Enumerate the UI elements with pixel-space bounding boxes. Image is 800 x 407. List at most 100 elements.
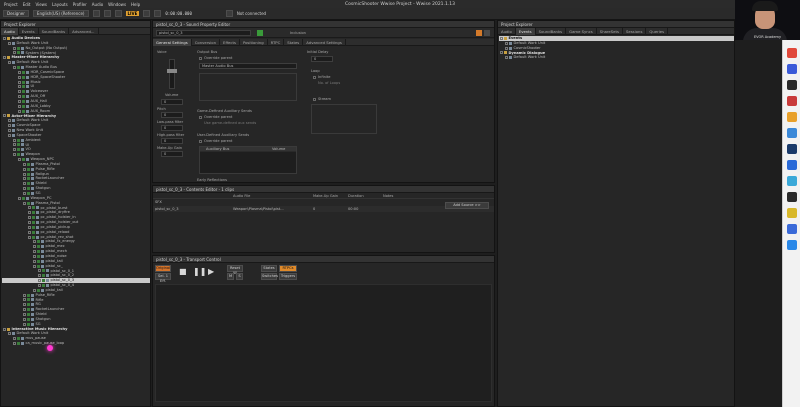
include-checkbox-icon[interactable] — [27, 172, 30, 176]
add-source-button[interactable]: Add Source >> — [445, 202, 489, 209]
override-checkbox[interactable] — [199, 57, 202, 60]
expand-toggle-icon[interactable] — [28, 220, 31, 224]
include-checkbox-icon[interactable] — [27, 191, 30, 195]
expand-toggle-icon[interactable] — [8, 119, 11, 123]
include-checkbox-icon[interactable] — [37, 245, 40, 249]
expand-toggle-icon[interactable] — [13, 65, 16, 69]
menu-item[interactable]: Profiler — [73, 2, 87, 7]
toolbar-icon[interactable] — [143, 10, 151, 17]
expand-toggle-icon[interactable] — [38, 283, 41, 287]
include-checkbox-icon[interactable] — [32, 230, 35, 234]
tab[interactable]: Conversion — [192, 38, 221, 46]
language-select[interactable]: English(US) (Reference) — [32, 10, 89, 17]
include-checkbox-icon[interactable] — [37, 240, 40, 244]
tab[interactable]: States — [284, 38, 304, 46]
layout-select[interactable]: Designer — [3, 10, 29, 17]
include-checkbox-icon[interactable] — [27, 313, 30, 317]
app-icon[interactable] — [787, 176, 797, 186]
original-button[interactable]: Original — [155, 265, 171, 272]
expand-toggle-icon[interactable] — [505, 41, 508, 45]
app-icon[interactable] — [787, 48, 797, 58]
include-checkbox-icon[interactable] — [17, 65, 20, 69]
include-checkbox-icon[interactable] — [17, 342, 20, 346]
expand-toggle-icon[interactable] — [28, 235, 31, 239]
live-badge[interactable]: LIVE — [125, 11, 140, 16]
expand-toggle-icon[interactable] — [505, 56, 508, 60]
tab[interactable]: RTPC — [268, 38, 285, 46]
include-checkbox-icon[interactable] — [37, 254, 40, 258]
connect-icon[interactable] — [225, 10, 233, 17]
include-checkbox-icon[interactable] — [27, 308, 30, 312]
tab[interactable]: Positioning — [240, 38, 268, 46]
include-checkbox-icon[interactable] — [17, 153, 20, 157]
expand-toggle-icon[interactable] — [23, 187, 26, 191]
stop-icon[interactable]: ■ — [179, 267, 187, 276]
include-checkbox-icon[interactable] — [27, 201, 30, 205]
app-icon[interactable] — [787, 192, 797, 202]
include-checkbox-icon[interactable] — [17, 148, 20, 152]
expand-toggle-icon[interactable] — [23, 182, 26, 186]
expand-toggle-icon[interactable] — [18, 104, 21, 108]
expand-toggle-icon[interactable] — [13, 46, 16, 50]
tab[interactable]: Audio — [1, 27, 19, 35]
switches-button[interactable]: Switches — [261, 273, 278, 280]
expand-toggle-icon[interactable] — [28, 216, 31, 220]
aux-table[interactable]: Auxiliary Bus Volume — [199, 146, 297, 174]
expand-toggle-icon[interactable] — [13, 342, 16, 346]
expand-toggle-icon[interactable] — [23, 308, 26, 312]
expand-toggle-icon[interactable] — [18, 109, 21, 113]
include-checkbox-icon[interactable] — [22, 70, 25, 74]
app-icon[interactable] — [787, 224, 797, 234]
expand-toggle-icon[interactable] — [8, 124, 11, 128]
expand-toggle-icon[interactable] — [13, 153, 16, 157]
include-checkbox-icon[interactable] — [27, 293, 30, 297]
tab[interactable]: SoundBanks — [39, 27, 70, 35]
include-checkbox-icon[interactable] — [17, 46, 20, 50]
include-checkbox-icon[interactable] — [17, 138, 20, 142]
pitch-field[interactable]: 0 — [161, 112, 183, 118]
include-checkbox-icon[interactable] — [27, 298, 30, 302]
include-checkbox-icon[interactable] — [27, 322, 30, 326]
include-checkbox-icon[interactable] — [37, 288, 40, 292]
column-header[interactable]: Notes — [383, 194, 393, 198]
rtpcs-button[interactable]: RTPCs — [279, 265, 297, 272]
expand-toggle-icon[interactable] — [23, 298, 26, 302]
menu-item[interactable]: Help — [131, 2, 140, 7]
menu-item[interactable]: Views — [35, 2, 47, 7]
expand-toggle-icon[interactable] — [23, 293, 26, 297]
include-checkbox-icon[interactable] — [27, 162, 30, 166]
tab[interactable]: Events — [515, 27, 536, 35]
include-checkbox-icon[interactable] — [17, 51, 20, 55]
mute-button[interactable]: M — [227, 273, 234, 280]
include-checkbox-icon[interactable] — [27, 167, 30, 171]
include-checkbox-icon[interactable] — [27, 182, 30, 186]
toolbar-icon[interactable] — [92, 10, 100, 17]
tab[interactable]: Advanced... — [69, 27, 99, 35]
expand-toggle-icon[interactable] — [23, 313, 26, 317]
expand-toggle-icon[interactable] — [28, 206, 31, 210]
include-checkbox-icon[interactable] — [22, 90, 25, 94]
expand-toggle-icon[interactable] — [500, 51, 503, 55]
tab[interactable]: Audio — [498, 27, 516, 35]
include-checkbox-icon[interactable] — [22, 104, 25, 108]
include-checkbox-icon[interactable] — [27, 303, 30, 307]
expand-toggle-icon[interactable] — [18, 85, 21, 89]
expand-toggle-icon[interactable] — [13, 337, 16, 341]
triggers-button[interactable]: Triggers — [279, 273, 297, 280]
app-icon[interactable] — [787, 112, 797, 122]
tree-item[interactable]: Default Work Unit — [499, 55, 734, 60]
play-icon[interactable]: ▶ — [208, 267, 214, 276]
menu-item[interactable]: Project — [4, 2, 18, 7]
app-icon[interactable] — [787, 240, 797, 250]
expand-toggle-icon[interactable] — [28, 230, 31, 234]
settings-icon[interactable] — [484, 30, 490, 36]
app-icon[interactable] — [787, 96, 797, 106]
expand-toggle-icon[interactable] — [3, 114, 6, 118]
expand-toggle-icon[interactable] — [38, 269, 41, 273]
expand-toggle-icon[interactable] — [18, 90, 21, 94]
tab[interactable]: ShareSets — [597, 27, 623, 35]
contents-row[interactable]: SFX — [153, 199, 494, 206]
solo-button[interactable]: S — [236, 273, 243, 280]
expand-toggle-icon[interactable] — [33, 245, 36, 249]
expand-toggle-icon[interactable] — [500, 36, 503, 40]
